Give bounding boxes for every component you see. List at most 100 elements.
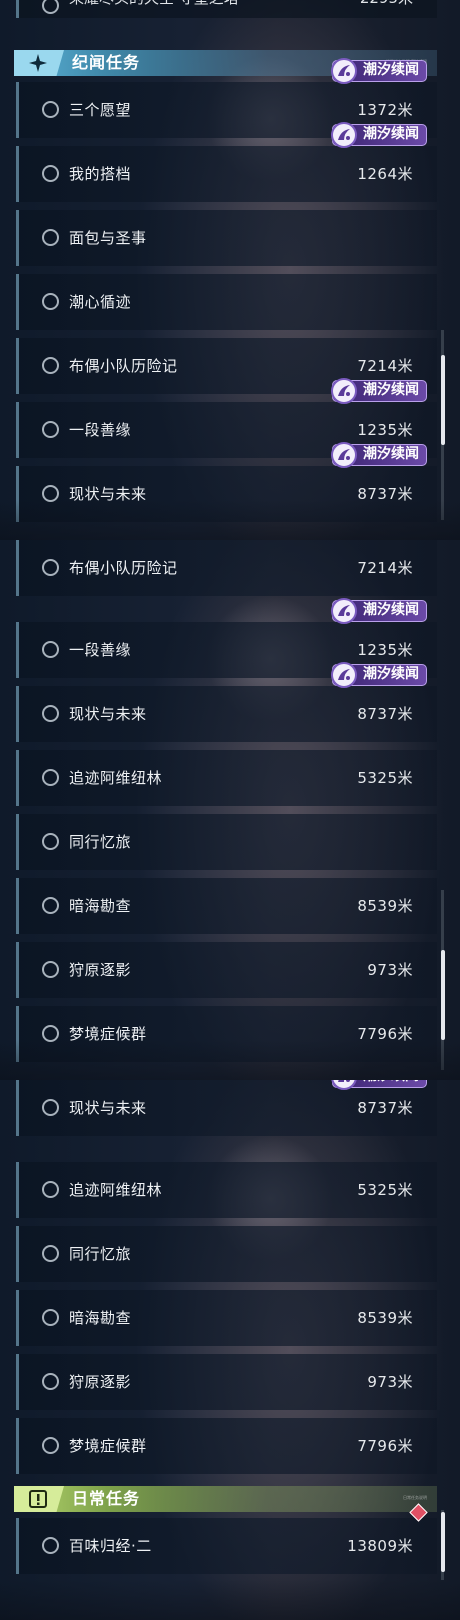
- tidal-continuation-tag: 潮汐续闻: [331, 58, 427, 84]
- quest-distance: 7796米: [357, 1025, 413, 1043]
- tag-label: 潮汐续闻: [363, 1080, 419, 1084]
- quest-list-panel-3: 现状与未来 8737米 潮汐续闻 追迹阿维纽林 5325米 同行忆旅 暗海勘查 …: [0, 1080, 460, 1620]
- status-circle-icon: [42, 705, 59, 722]
- tidal-continuation-tag: 潮汐续闻: [331, 122, 427, 148]
- status-circle-icon: [42, 559, 59, 576]
- tidal-continuation-tag: 潮汐续闻: [331, 378, 427, 404]
- status-circle-icon: [42, 1181, 59, 1198]
- quest-list-panel-2: 布偶小队历险记 7214米 一段善缘 1235米 潮汐续闻 现状与未来 8737…: [0, 540, 460, 1080]
- tag-label: 潮汐续闻: [363, 382, 419, 398]
- quest-row[interactable]: 梦境症候群 7796米: [16, 1006, 437, 1062]
- status-circle-icon: [42, 485, 59, 502]
- status-circle-icon: [42, 165, 59, 182]
- quest-distance: 13809米: [347, 1537, 413, 1555]
- tidal-continuation-tag: 潮汐续闻: [331, 662, 427, 688]
- quest-name: 同行忆旅: [69, 833, 132, 851]
- quest-distance: 8539米: [357, 1309, 413, 1327]
- tag-label: 潮汐续闻: [363, 126, 419, 142]
- tidal-continuation-tag: 潮汐续闻: [331, 598, 427, 624]
- scrollbar-thumb[interactable]: [441, 1512, 445, 1572]
- quest-name: 追迹阿维纽林: [69, 1181, 163, 1199]
- quest-name: 我的搭档: [69, 165, 132, 183]
- quest-name: 面包与圣事: [69, 229, 147, 247]
- quest-row[interactable]: 现状与未来 8737米 潮汐续闻: [16, 1080, 437, 1136]
- status-circle-icon: [42, 641, 59, 658]
- quest-distance: 8539米: [357, 897, 413, 915]
- quest-row[interactable]: 狩原逐影 973米: [16, 1354, 437, 1410]
- status-circle-icon: [42, 1309, 59, 1326]
- quest-name: 荣耀尽头的天空·守望之塔: [69, 0, 239, 16]
- tidal-continuation-tag: 潮汐续闻: [331, 1080, 427, 1090]
- quest-distance: 973米: [367, 1373, 413, 1391]
- tag-label: 潮汐续闻: [363, 666, 419, 682]
- tag-label: 潮汐续闻: [363, 602, 419, 618]
- quest-row[interactable]: 潮心循迹: [16, 274, 437, 330]
- tide-icon: [331, 58, 357, 84]
- quest-distance: 2295米: [360, 0, 413, 16]
- status-circle-icon: [42, 961, 59, 978]
- quest-list-panel-1: 荣耀尽头的天空·守望之塔 2295米 纪闻任务 纪闻任务说明·潮汐续闻 三个愿望…: [0, 0, 460, 540]
- quest-name: 狩原逐影: [69, 961, 132, 979]
- quest-row[interactable]: 我的搭档 1264米 潮汐续闻: [16, 122, 437, 202]
- header-title: 日常任务: [72, 1489, 141, 1508]
- quest-row[interactable]: 暗海勘查 8539米: [16, 878, 437, 934]
- quest-name: 梦境症候群: [69, 1025, 147, 1043]
- tide-icon: [331, 662, 357, 688]
- status-circle-icon: [42, 1437, 59, 1454]
- quest-row-partial[interactable]: 荣耀尽头的天空·守望之塔 2295米: [16, 0, 437, 18]
- quest-row[interactable]: 布偶小队历险记 7214米: [16, 540, 437, 596]
- quest-row[interactable]: 追迹阿维纽林 5325米: [16, 1162, 437, 1218]
- scrollbar-thumb[interactable]: [441, 355, 445, 445]
- quest-name: 狩原逐影: [69, 1373, 132, 1391]
- tag-label: 潮汐续闻: [363, 446, 419, 462]
- status-circle-icon: [42, 1025, 59, 1042]
- quest-name: 梦境症候群: [69, 1437, 147, 1455]
- quest-row[interactable]: 现状与未来 8737米 潮汐续闻: [16, 442, 437, 522]
- tide-icon: [331, 1080, 357, 1090]
- scrollbar-thumb[interactable]: [441, 950, 445, 1040]
- quest-row[interactable]: 同行忆旅: [16, 1226, 437, 1282]
- exclamation-icon: [14, 1486, 64, 1512]
- quest-name: 追迹阿维纽林: [69, 769, 163, 787]
- status-circle-icon: [42, 101, 59, 118]
- status-circle-icon: [42, 897, 59, 914]
- quest-distance: 5325米: [357, 1181, 413, 1199]
- quest-name: 现状与未来: [69, 1099, 147, 1117]
- status-circle-icon: [42, 769, 59, 786]
- quest-name: 一段善缘: [69, 421, 132, 439]
- status-circle-icon: [42, 0, 59, 14]
- tide-icon: [331, 378, 357, 404]
- quest-name: 现状与未来: [69, 485, 147, 503]
- status-circle-icon: [42, 229, 59, 246]
- status-circle-icon: [42, 1373, 59, 1390]
- quest-distance: 8737米: [357, 485, 413, 503]
- status-circle-icon: [42, 357, 59, 374]
- quest-name: 一段善缘: [69, 641, 132, 659]
- quest-name: 布偶小队历险记: [69, 559, 178, 577]
- status-circle-icon: [42, 293, 59, 310]
- quest-row[interactable]: 追迹阿维纽林 5325米: [16, 750, 437, 806]
- quest-row[interactable]: 同行忆旅: [16, 814, 437, 870]
- quest-row[interactable]: 现状与未来 8737米 潮汐续闻: [16, 662, 437, 742]
- quest-distance: 973米: [367, 961, 413, 979]
- tide-icon: [331, 442, 357, 468]
- status-circle-icon: [42, 421, 59, 438]
- quest-row[interactable]: 狩原逐影 973米: [16, 942, 437, 998]
- quest-name: 三个愿望: [69, 101, 132, 119]
- status-circle-icon: [42, 1537, 59, 1554]
- quest-row[interactable]: 暗海勘查 8539米: [16, 1290, 437, 1346]
- status-circle-icon: [42, 1245, 59, 1262]
- quest-name: 现状与未来: [69, 705, 147, 723]
- header-title: 纪闻任务: [72, 53, 141, 72]
- tide-icon: [331, 122, 357, 148]
- quest-row[interactable]: 梦境症候群 7796米: [16, 1418, 437, 1474]
- sparkle-icon: [14, 50, 64, 76]
- quest-distance: 5325米: [357, 769, 413, 787]
- status-circle-icon: [42, 833, 59, 850]
- quest-name: 暗海勘查: [69, 897, 132, 915]
- quest-distance: 8737米: [357, 1099, 413, 1117]
- daily-quest-row[interactable]: 百味归经·二 13809米: [16, 1503, 437, 1574]
- daily-quests-header[interactable]: 日常任务 日常任务说明: [14, 1486, 437, 1512]
- quest-distance: 7796米: [357, 1437, 413, 1455]
- quest-row[interactable]: 面包与圣事: [16, 210, 437, 266]
